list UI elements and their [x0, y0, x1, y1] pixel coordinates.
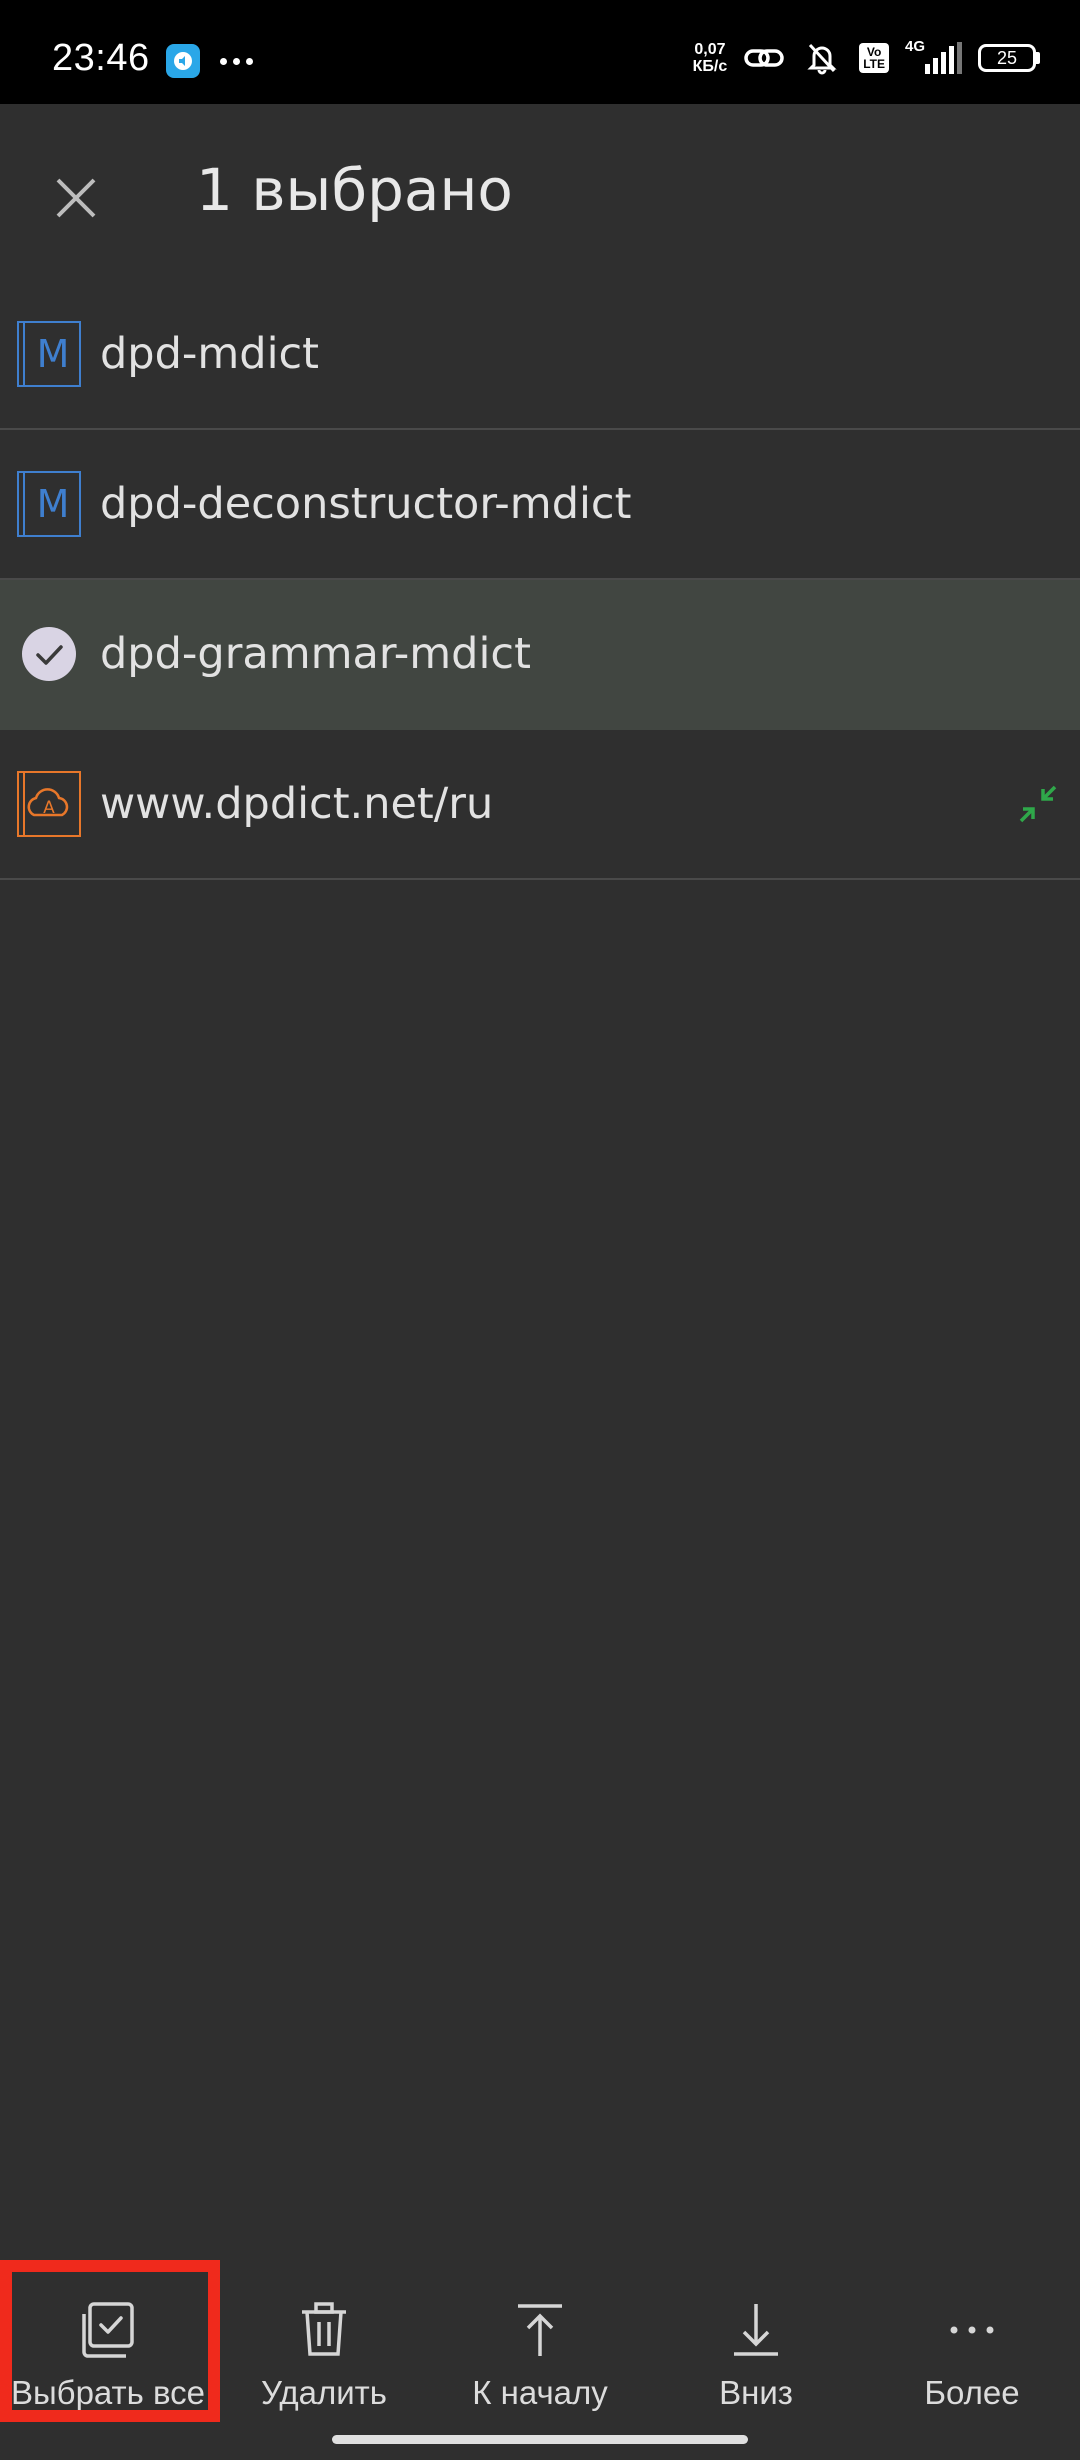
list-item-label: dpd-grammar-mdict [100, 629, 531, 679]
delete-button[interactable]: Удалить [216, 2262, 432, 2412]
page-title: 1 выбрано [196, 156, 513, 224]
battery-level: 25 [978, 44, 1036, 72]
app-notification-icon [166, 44, 200, 78]
svg-text:A: A [43, 798, 55, 818]
list-item-label: dpd-deconstructor-mdict [100, 479, 632, 529]
selection-header: 1 выбрано [0, 104, 1080, 280]
more-notifications-icon [220, 57, 253, 65]
battery-icon: 25 [978, 44, 1040, 72]
status-left-icons [166, 44, 253, 78]
status-bar: 23:46 0,07 КБ/с Vo LTE 4G 25 [0, 0, 1080, 104]
dictionary-list: M dpd-mdict M dpd-deconstructor-mdict dp… [0, 280, 1080, 880]
select-all-label: Выбрать все [10, 2374, 206, 2411]
move-down-icon [723, 2300, 789, 2360]
more-icon [939, 2300, 1005, 2360]
delete-label: Удалить [261, 2374, 387, 2411]
online-dict-icon: A [16, 771, 82, 837]
move-down-button[interactable]: Вниз [648, 2262, 864, 2412]
net-speed-unit: КБ/с [692, 58, 728, 75]
move-to-top-label: К началу [472, 2374, 608, 2411]
status-right: 0,07 КБ/с Vo LTE 4G 25 [693, 38, 1040, 76]
svg-text:M: M [37, 332, 70, 376]
link-icon [743, 40, 785, 76]
volte-icon: Vo LTE [859, 43, 889, 73]
list-item[interactable]: A www.dpdict.net/ru [0, 730, 1080, 880]
move-down-label: Вниз [719, 2374, 793, 2411]
net-speed: 0,07 КБ/с [693, 41, 728, 75]
list-item[interactable]: M dpd-deconstructor-mdict [0, 430, 1080, 580]
select-all-button[interactable]: Выбрать все [0, 2262, 216, 2412]
network-type: 4G [905, 38, 926, 55]
close-icon [56, 178, 96, 218]
collapse-icon[interactable] [1016, 782, 1060, 826]
svg-text:M: M [37, 482, 70, 526]
list-item-label: dpd-mdict [100, 329, 320, 379]
signal-icon: 4G [905, 38, 962, 74]
move-to-top-button[interactable]: К началу [432, 2262, 648, 2412]
bottom-toolbar: Выбрать все Удалить К началу Вниз Более [0, 2262, 1080, 2412]
list-item[interactable]: M dpd-mdict [0, 280, 1080, 430]
more-button[interactable]: Более [864, 2262, 1080, 2412]
list-item-label: www.dpdict.net/ru [100, 779, 494, 829]
check-circle-icon[interactable] [16, 621, 82, 687]
move-to-top-icon [507, 2300, 573, 2360]
select-all-icon [75, 2300, 141, 2360]
close-button[interactable] [36, 158, 116, 238]
status-time: 23:46 [52, 37, 150, 79]
volte-bottom: LTE [863, 57, 885, 71]
trash-icon [291, 2300, 357, 2360]
navigation-handle[interactable] [332, 2435, 748, 2444]
list-item-selected[interactable]: dpd-grammar-mdict [0, 580, 1080, 730]
mdict-icon: M [16, 321, 82, 387]
net-speed-value: 0,07 [694, 41, 726, 58]
mdict-icon: M [16, 471, 82, 537]
bell-off-icon [801, 40, 843, 76]
more-label: Более [924, 2374, 1020, 2411]
